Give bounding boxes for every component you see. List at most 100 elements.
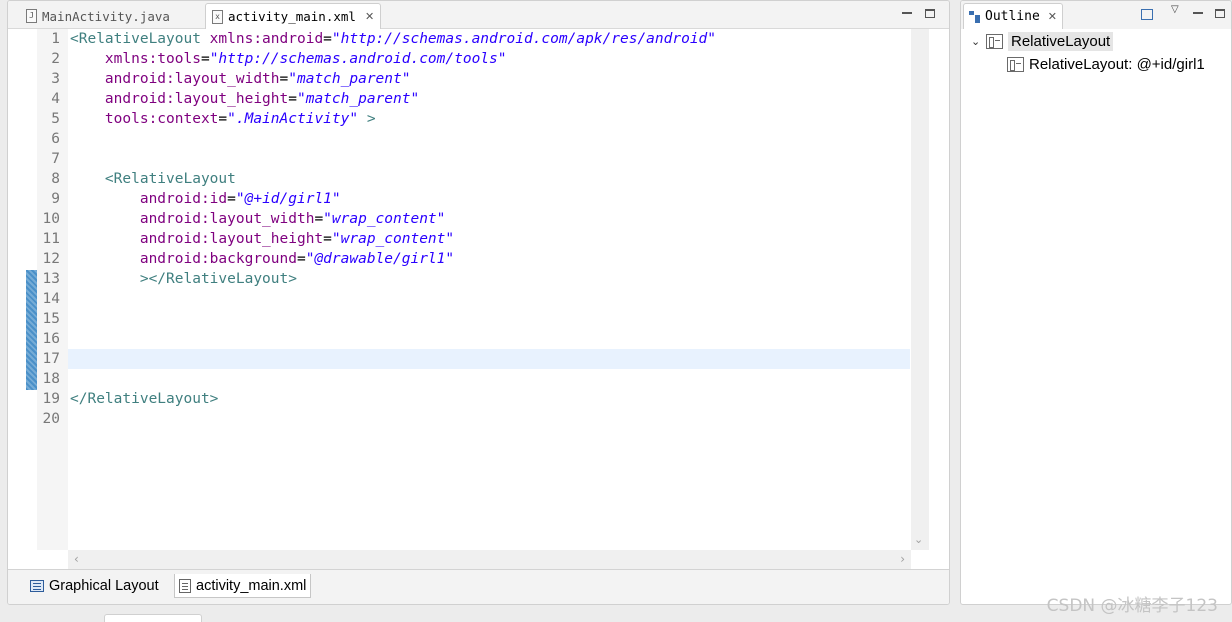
xml-value: ".MainActivity" xyxy=(227,111,359,127)
outline-icon xyxy=(969,10,981,23)
line-number: 19 xyxy=(42,391,60,407)
editor-bottom-tabs: Graphical Layout activity_main.xml xyxy=(8,569,949,604)
xml-attribute: android:layout_width xyxy=(70,211,315,227)
view-menu-icon[interactable]: ▽ xyxy=(1171,4,1179,15)
line-number: 6 xyxy=(51,131,60,147)
tab-label: Graphical Layout xyxy=(49,578,159,594)
tab-outline[interactable]: Outline ✕ xyxy=(963,3,1064,29)
close-icon[interactable]: ✕ xyxy=(1048,10,1057,23)
code-line-4: android:layout_height="match_parent" xyxy=(70,89,419,109)
line-number: 4 xyxy=(51,91,60,107)
line-number: 10 xyxy=(42,211,60,227)
code-line-8: <RelativeLayout xyxy=(70,169,236,189)
tab-graphical-layout[interactable]: Graphical Layout xyxy=(26,574,163,598)
line-number: 1 xyxy=(51,31,60,47)
minimize-icon[interactable] xyxy=(1193,12,1203,14)
chevron-left-icon[interactable]: ‹ xyxy=(74,552,79,566)
line-number: 5 xyxy=(51,111,60,127)
maximize-icon[interactable] xyxy=(1215,9,1225,18)
equals-sign: = xyxy=(279,71,289,87)
line-number: 20 xyxy=(42,411,60,427)
xml-value: "wrap_content" xyxy=(323,211,446,227)
tree-item-child[interactable]: RelativeLayout: @+id/girl1 xyxy=(1007,53,1205,75)
tree-item-label: RelativeLayout: @+id/girl1 xyxy=(1029,55,1205,73)
xml-attribute: tools:context xyxy=(70,111,219,127)
tree-item-label: RelativeLayout xyxy=(1008,31,1114,51)
line-number-gutter: 1 2 3 4 5 6 7 8 9 10 11 12 13 14 15 16 1… xyxy=(37,29,68,550)
xml-value: "match_parent" xyxy=(296,91,420,107)
line-number: 2 xyxy=(51,51,60,67)
line-number: 7 xyxy=(51,151,60,167)
close-icon[interactable]: ✕ xyxy=(365,10,374,23)
equals-sign: = xyxy=(323,31,332,47)
xml-attribute: android:layout_height xyxy=(70,231,324,247)
equals-sign: = xyxy=(227,191,236,207)
tab-activity-main-xml[interactable]: x activity_main.xml ✕ xyxy=(205,3,382,29)
tab-mainactivity-java[interactable]: J MainActivity.java xyxy=(20,3,176,29)
xml-attribute: android:background xyxy=(70,251,297,267)
code-line-5: tools:context=".MainActivity" > xyxy=(70,109,376,129)
line-number: 15 xyxy=(42,311,60,327)
code-line-19: </RelativeLayout> xyxy=(70,389,218,409)
tab-label: activity_main.xml xyxy=(228,9,356,24)
line-number: 12 xyxy=(42,251,60,267)
current-line-highlight xyxy=(68,349,910,369)
watermark: CSDN @冰糖李子123 xyxy=(1046,596,1218,616)
relativelayout-icon xyxy=(986,33,1003,49)
line-number: 16 xyxy=(42,331,60,347)
equals-sign: = xyxy=(218,111,228,127)
code-line-11: android:layout_height="wrap_content" xyxy=(70,229,454,249)
code-line-13: ></RelativeLayout> xyxy=(70,269,297,289)
xml-tag: <RelativeLayout xyxy=(70,171,236,187)
editor-panel: J MainActivity.java x activity_main.xml … xyxy=(7,0,950,605)
equals-sign: = xyxy=(314,211,324,227)
line-number: 9 xyxy=(51,191,60,207)
xml-value: "http://schemas.android.com/apk/res/andr… xyxy=(331,31,717,47)
chevron-right-icon[interactable]: › xyxy=(900,552,905,566)
equals-sign: = xyxy=(296,251,306,267)
xml-tag-close: > xyxy=(358,111,376,127)
outline-title: Outline xyxy=(985,9,1040,24)
xml-attribute: android:layout_height xyxy=(70,91,289,107)
equals-sign: = xyxy=(200,51,210,67)
bottom-panel-tab[interactable] xyxy=(104,614,202,622)
editor-tabbar: J MainActivity.java x activity_main.xml … xyxy=(8,1,949,29)
code-line-12: android:background="@drawable/girl1" xyxy=(70,249,454,269)
xml-value: "wrap_content" xyxy=(331,231,455,247)
minimize-icon[interactable] xyxy=(902,12,912,14)
outline-panel: Outline ✕ ▽ ⌄ RelativeLayout RelativeLay… xyxy=(960,0,1232,605)
line-number: 18 xyxy=(42,371,60,387)
code-line-9: android:id="@+id/girl1" xyxy=(70,189,341,209)
line-number: 11 xyxy=(42,231,60,247)
line-number: 3 xyxy=(51,71,60,87)
line-number: 17 xyxy=(42,351,60,367)
xml-attribute: xmlns:tools xyxy=(70,51,201,67)
xml-value: "@drawable/girl1" xyxy=(305,251,455,267)
tree-item-root[interactable]: ⌄ RelativeLayout xyxy=(971,30,1114,52)
line-number: 8 xyxy=(51,171,60,187)
java-file-icon: J xyxy=(26,9,37,23)
collapse-all-icon[interactable] xyxy=(1141,9,1153,20)
line-number: 14 xyxy=(42,291,60,307)
tab-xml-source[interactable]: activity_main.xml xyxy=(174,574,312,598)
horizontal-scrollbar[interactable]: ‹ › xyxy=(68,550,911,569)
xml-value: "http://schemas.android.com/tools" xyxy=(209,51,507,67)
vertical-scrollbar[interactable]: ⌄ xyxy=(911,29,929,550)
chevron-down-icon[interactable]: ⌄ xyxy=(914,533,923,546)
maximize-icon[interactable] xyxy=(925,9,935,18)
chevron-down-icon[interactable]: ⌄ xyxy=(971,35,981,48)
change-marker xyxy=(26,270,37,390)
relativelayout-icon xyxy=(1007,56,1024,72)
xml-attribute: android:id xyxy=(70,191,228,207)
xml-tag: <RelativeLayout xyxy=(70,31,201,47)
xml-value: "@+id/girl1" xyxy=(235,191,341,207)
tab-label: activity_main.xml xyxy=(196,577,307,594)
tab-label: MainActivity.java xyxy=(42,8,170,24)
xml-value: "match_parent" xyxy=(288,71,411,87)
code-editor[interactable]: <RelativeLayout xmlns:android="http://sc… xyxy=(68,29,911,550)
xml-attribute: android:layout_width xyxy=(70,71,280,87)
equals-sign: = xyxy=(323,231,332,247)
outline-tabbar: Outline ✕ ▽ xyxy=(961,1,1231,29)
xml-source-icon xyxy=(179,578,191,593)
equals-sign: = xyxy=(288,91,297,107)
